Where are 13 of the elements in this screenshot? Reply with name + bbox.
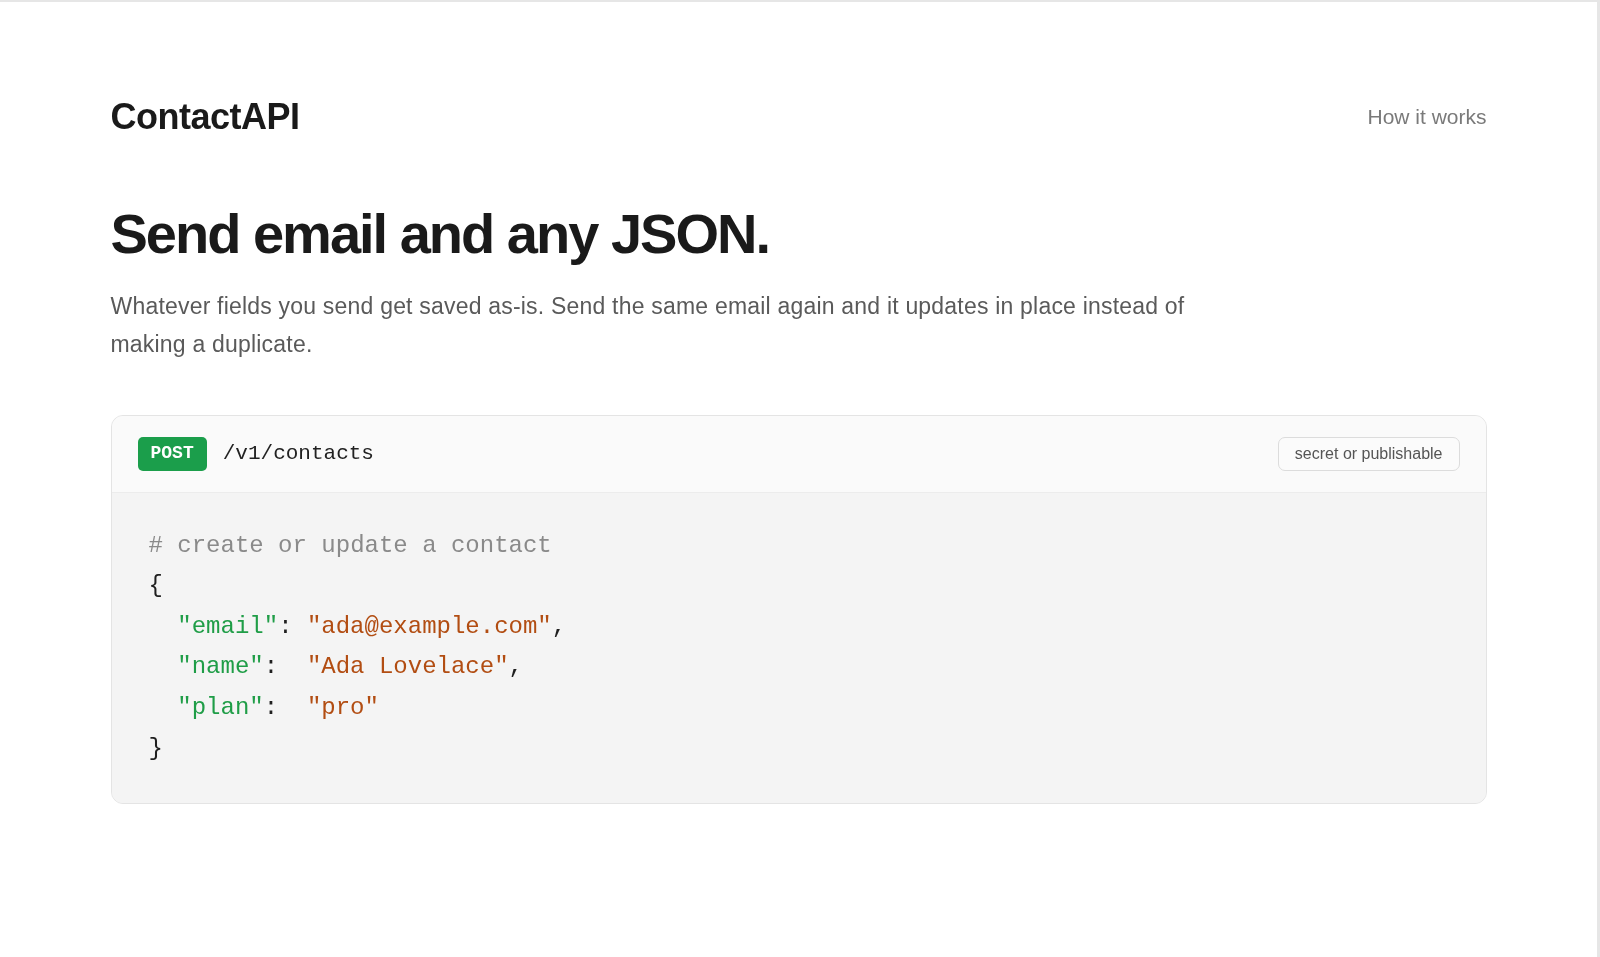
hero-title: Send email and any JSON. — [110, 202, 769, 267]
code-comment: # create or update a contact — [148, 530, 552, 561]
nav-link[interactable]: How it works — [1367, 104, 1487, 130]
method-badge: POST — [137, 436, 207, 471]
endpoint-path: /v1/contacts — [222, 440, 374, 467]
code-line: "name": "Ada Lovelace", — [177, 652, 523, 683]
code-line: "plan": "pro" — [177, 692, 379, 723]
hero-description: Whatever fields you send get saved as-is. Send the same email again and it updates in place instead of making a duplicate. — [110, 291, 1186, 359]
code-line: } — [148, 733, 163, 764]
code-line: "email": "ada@example.com", — [177, 611, 567, 642]
key-type-tag: secret or publishable — [1277, 436, 1460, 471]
code-line: { — [148, 571, 163, 602]
brand-logo[interactable]: ContactAPI — [110, 95, 300, 139]
